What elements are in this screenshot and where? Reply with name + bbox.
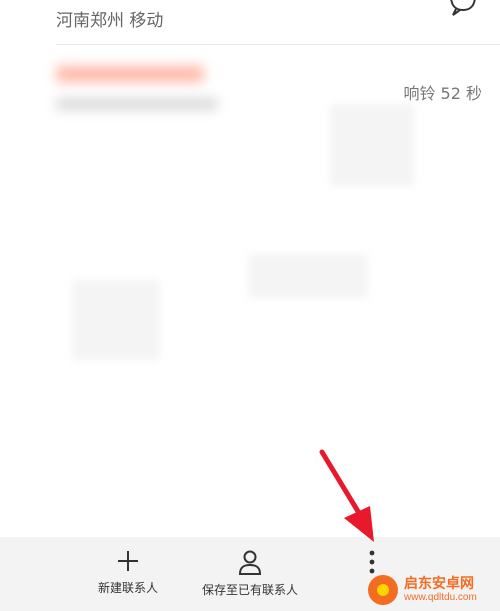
red-arrow-annotation bbox=[319, 449, 374, 542]
message-icon[interactable] bbox=[448, 0, 478, 18]
divider bbox=[56, 44, 500, 45]
ghost-shape bbox=[72, 280, 160, 360]
person-icon bbox=[238, 550, 262, 575]
location-text: 河南郑州 移动 bbox=[56, 11, 164, 31]
new-contact-button[interactable]: 新建联系人 bbox=[88, 537, 168, 611]
ghost-shape bbox=[248, 254, 368, 298]
watermark-logo-icon bbox=[368, 575, 398, 605]
save-existing-label: 保存至已有联系人 bbox=[201, 583, 298, 597]
blurred-call-info bbox=[56, 98, 218, 110]
save-existing-contact-button[interactable]: 保存至已有联系人 bbox=[192, 537, 308, 611]
watermark-url: www.qdltdu.com bbox=[404, 592, 477, 603]
plus-icon bbox=[118, 551, 138, 571]
watermark-title: 启东安卓网 bbox=[404, 576, 474, 592]
new-contact-label: 新建联系人 bbox=[97, 581, 158, 595]
watermark: 启东安卓网 www.qdltdu.com bbox=[368, 572, 496, 608]
ghost-shape bbox=[330, 104, 414, 186]
ring-duration: 响铃 52 秒 bbox=[403, 84, 482, 103]
blurred-phone-number bbox=[56, 66, 204, 82]
